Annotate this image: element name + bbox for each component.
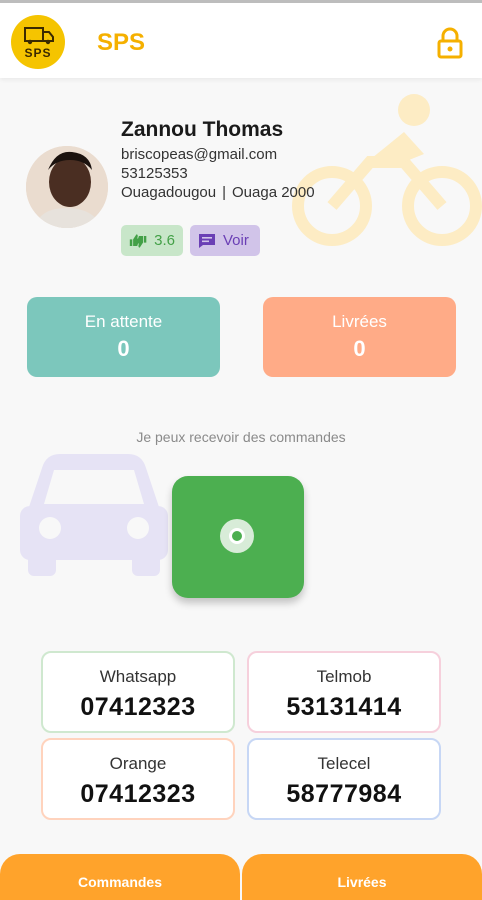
user-phone: 53125353 [121, 165, 188, 182]
user-address: Ouagadougou | Ouaga 2000 [121, 184, 315, 201]
view-label: Voir [223, 232, 249, 249]
tab-commandes[interactable]: Commandes [0, 854, 240, 900]
bicycle-rider-icon [292, 94, 482, 246]
delivered-orders-card[interactable]: Livrées 0 [263, 297, 456, 377]
contact-number: 53131414 [286, 693, 402, 721]
app-logo: SPS [11, 15, 65, 69]
delivered-count: 0 [353, 336, 366, 361]
lock-icon[interactable] [436, 27, 464, 59]
user-email: briscopeas@gmail.com [121, 146, 278, 163]
user-city: Ouagadougou [121, 184, 217, 201]
contact-card-telecel[interactable]: Telecel 58777984 [247, 738, 441, 820]
delivered-label: Livrées [332, 312, 387, 331]
pending-orders-card[interactable]: En attente 0 [27, 297, 220, 377]
pending-label: En attente [84, 312, 163, 331]
address-separator: | [222, 184, 226, 201]
pending-count: 0 [117, 336, 130, 361]
contact-label: Orange [109, 754, 167, 773]
rating-value: 3.6 [154, 232, 175, 249]
comment-icon [199, 233, 215, 248]
contact-number: 07412323 [80, 693, 196, 721]
thumbs-up-down-icon [129, 233, 147, 248]
car-icon [20, 454, 168, 576]
app-title: SPS [97, 29, 146, 56]
availability-status-text: Je peux recevoir des commandes [136, 429, 346, 445]
tab-livrees[interactable]: Livrées [242, 854, 482, 900]
contact-label: Telecel [317, 754, 371, 773]
user-district: Ouaga 2000 [232, 184, 315, 201]
contact-label: Whatsapp [99, 667, 177, 686]
top-app-bar: SPS SPS [0, 0, 482, 78]
contact-number: 07412323 [80, 780, 196, 808]
rating-badge: 3.6 [121, 225, 183, 256]
contact-number: 58777984 [286, 780, 402, 808]
contact-label: Telmob [316, 667, 372, 686]
delivery-truck-icon [24, 27, 54, 45]
view-reviews-button[interactable]: Voir [190, 225, 260, 256]
user-name: Zannou Thomas [121, 118, 284, 141]
user-photo-icon [26, 146, 108, 228]
contact-card-orange[interactable]: Orange 07412323 [41, 738, 235, 820]
contact-card-whatsapp[interactable]: Whatsapp 07412323 [41, 651, 235, 733]
contact-card-telmob[interactable]: Telmob 53131414 [247, 651, 441, 733]
availability-toggle-button[interactable] [172, 476, 304, 598]
radio-on-icon [220, 519, 254, 553]
avatar [26, 146, 108, 228]
logo-text: SPS [24, 46, 52, 60]
